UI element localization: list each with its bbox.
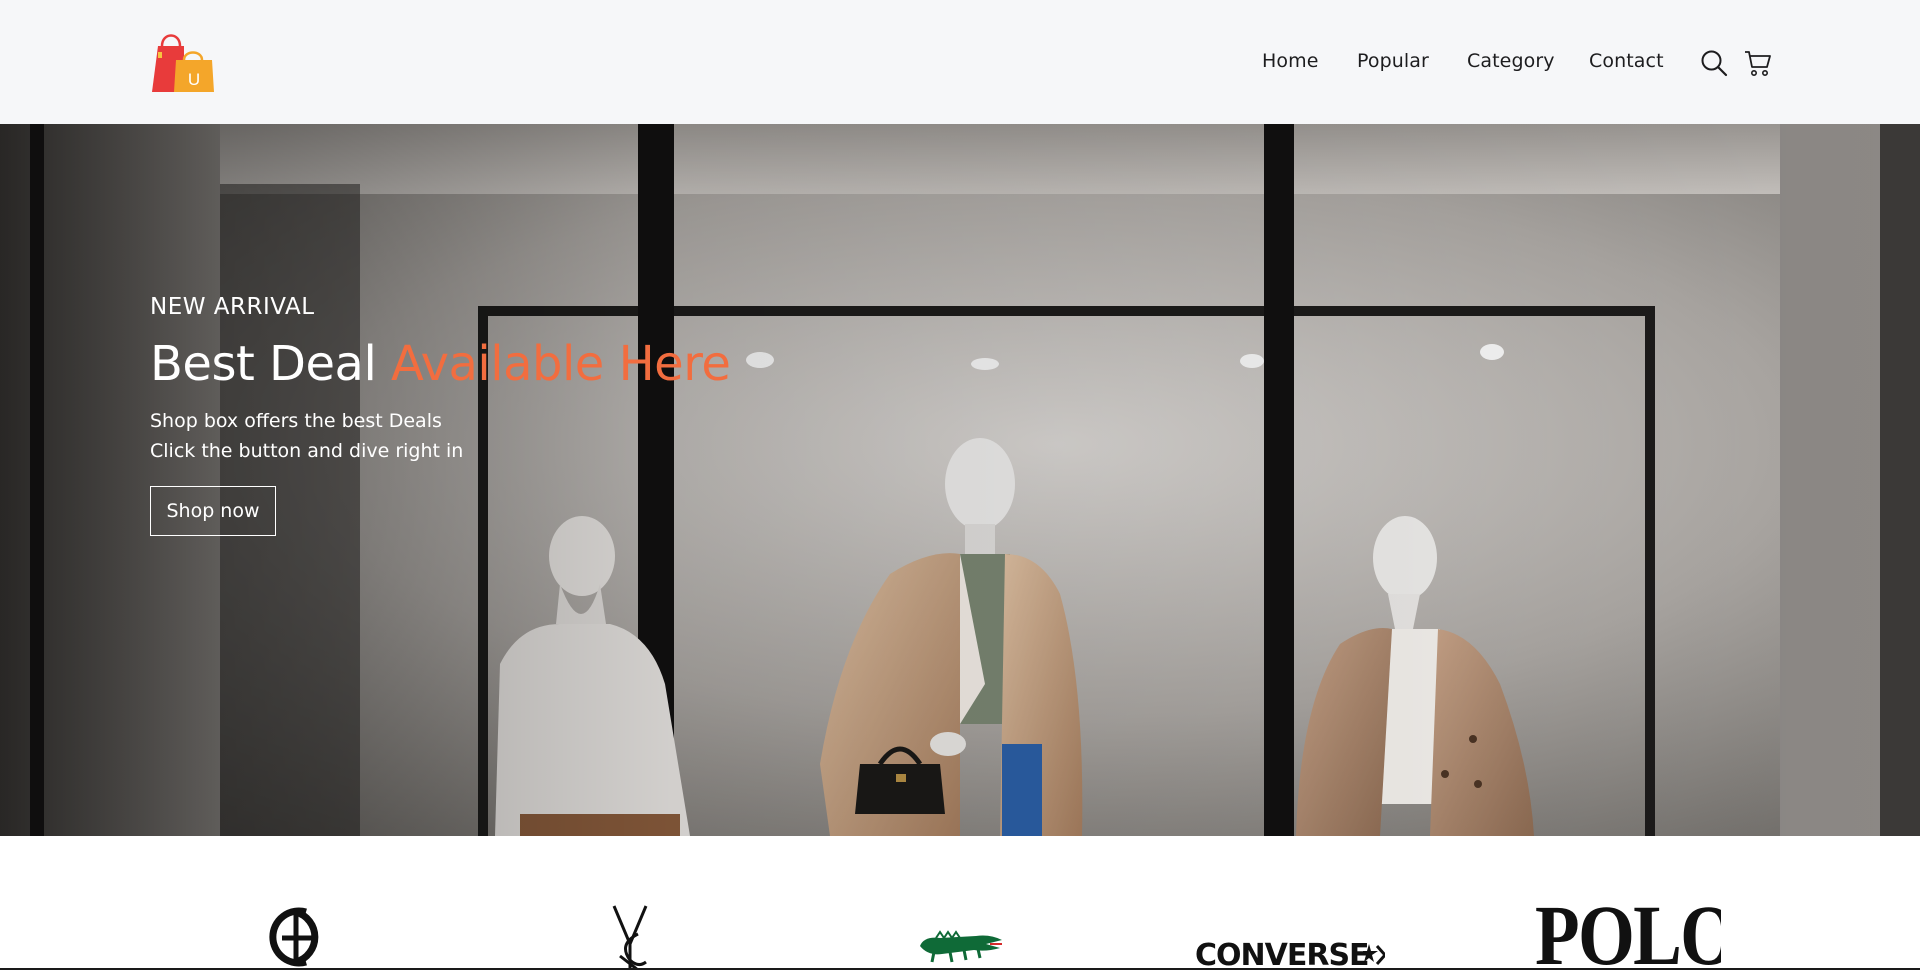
- shopping-bags-logo[interactable]: U: [150, 26, 218, 94]
- hero-sub-line-2: Click the button and dive right in: [150, 440, 464, 462]
- search-icon[interactable]: [1700, 48, 1728, 78]
- headline-accent: Available Here: [391, 336, 731, 392]
- headline-main: Best Deal: [150, 336, 392, 392]
- converse-logo[interactable]: CONVERSE: [1195, 938, 1395, 970]
- shop-now-button[interactable]: Shop now: [150, 486, 276, 536]
- brand-logos-strip: CONVERSE POLO: [0, 836, 1920, 970]
- hero-headline: Best Deal Available Here: [150, 336, 731, 392]
- nav-popular[interactable]: Popular: [1357, 50, 1429, 72]
- hero-eyebrow: NEW ARRIVAL: [150, 294, 315, 320]
- ysl-logo[interactable]: [608, 904, 652, 970]
- cart-icon[interactable]: [1744, 48, 1772, 78]
- site-header: U Home Popular Category Contact: [0, 0, 1920, 124]
- nav-home[interactable]: Home: [1262, 50, 1319, 72]
- polo-wordmark: POLO: [1535, 892, 1721, 970]
- converse-wordmark: CONVERSE: [1195, 938, 1370, 970]
- hero-sub-line-1: Shop box offers the best Deals: [150, 410, 442, 432]
- giorgio-armani-logo[interactable]: [266, 904, 328, 970]
- hero-banner: NEW ARRIVAL Best Deal Available Here Sho…: [0, 124, 1920, 836]
- polo-logo[interactable]: POLO: [1535, 892, 1721, 970]
- nav-category[interactable]: Category: [1467, 50, 1555, 72]
- converse-star-chevron-icon: [1363, 944, 1385, 965]
- lacoste-logo[interactable]: [916, 922, 1004, 966]
- nav-contact[interactable]: Contact: [1589, 50, 1664, 72]
- hero-description: Shop box offers the best Deals Click the…: [150, 406, 463, 466]
- store-window-photo: [0, 124, 1920, 836]
- logo-letter: U: [188, 70, 200, 89]
